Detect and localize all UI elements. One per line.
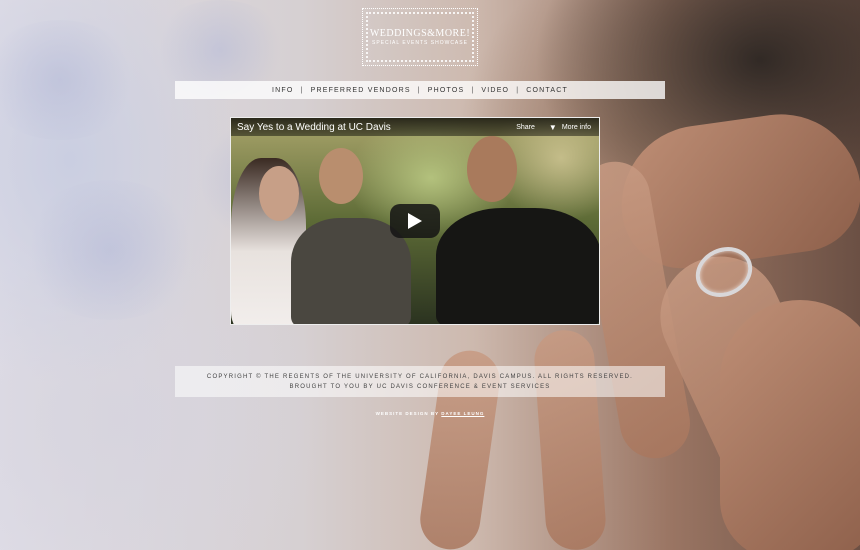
share-button[interactable]: Share	[516, 124, 535, 131]
nav-item-photos[interactable]: PHOTOS	[428, 87, 465, 94]
nav-separator: |	[516, 86, 520, 94]
down-arrow-icon: ▼	[548, 122, 557, 132]
brought-by-text: BROUGHT TO YOU BY UC DAVIS CONFERENCE & …	[289, 383, 551, 390]
play-button[interactable]	[390, 204, 440, 238]
weddings-and-more-logo[interactable]: WEDDINGS&MORE! SPECIAL EVENTS SHOWCASE	[362, 8, 478, 66]
main-nav: INFO | PREFERRED VENDORS | PHOTOS | VIDE…	[175, 81, 665, 99]
designer-link[interactable]: DAYEE LEUNG	[441, 411, 484, 416]
nav-item-info[interactable]: INFO	[272, 87, 294, 94]
logo-title: WEDDINGS&MORE!	[369, 28, 471, 39]
video-title-bar: Say Yes to a Wedding at UC Davis Share ▼…	[231, 118, 599, 136]
nav-separator: |	[300, 86, 304, 94]
nav-separator: |	[417, 86, 421, 94]
more-info-button[interactable]: ▼ More info	[549, 123, 591, 132]
copyright-text: COPYRIGHT © THE REGENTS OF THE UNIVERSIT…	[206, 373, 634, 380]
nav-item-video[interactable]: VIDEO	[481, 87, 509, 94]
design-credit: WEBSITE DESIGN BY DAYEE LEUNG	[0, 411, 860, 416]
play-icon	[408, 213, 422, 229]
nav-item-preferred-vendors[interactable]: PREFERRED VENDORS	[311, 87, 411, 94]
video-player[interactable]: Say Yes to a Wedding at UC Davis Share ▼…	[230, 117, 600, 325]
more-info-label: More info	[561, 123, 591, 131]
nav-separator: |	[471, 86, 475, 94]
video-title[interactable]: Say Yes to a Wedding at UC Davis	[237, 122, 516, 133]
footer-box: COPYRIGHT © THE REGENTS OF THE UNIVERSIT…	[175, 366, 665, 397]
nav-item-contact[interactable]: CONTACT	[526, 87, 568, 94]
logo-subtitle: SPECIAL EVENTS SHOWCASE	[372, 40, 468, 46]
credit-prefix: WEBSITE DESIGN BY	[375, 411, 440, 416]
